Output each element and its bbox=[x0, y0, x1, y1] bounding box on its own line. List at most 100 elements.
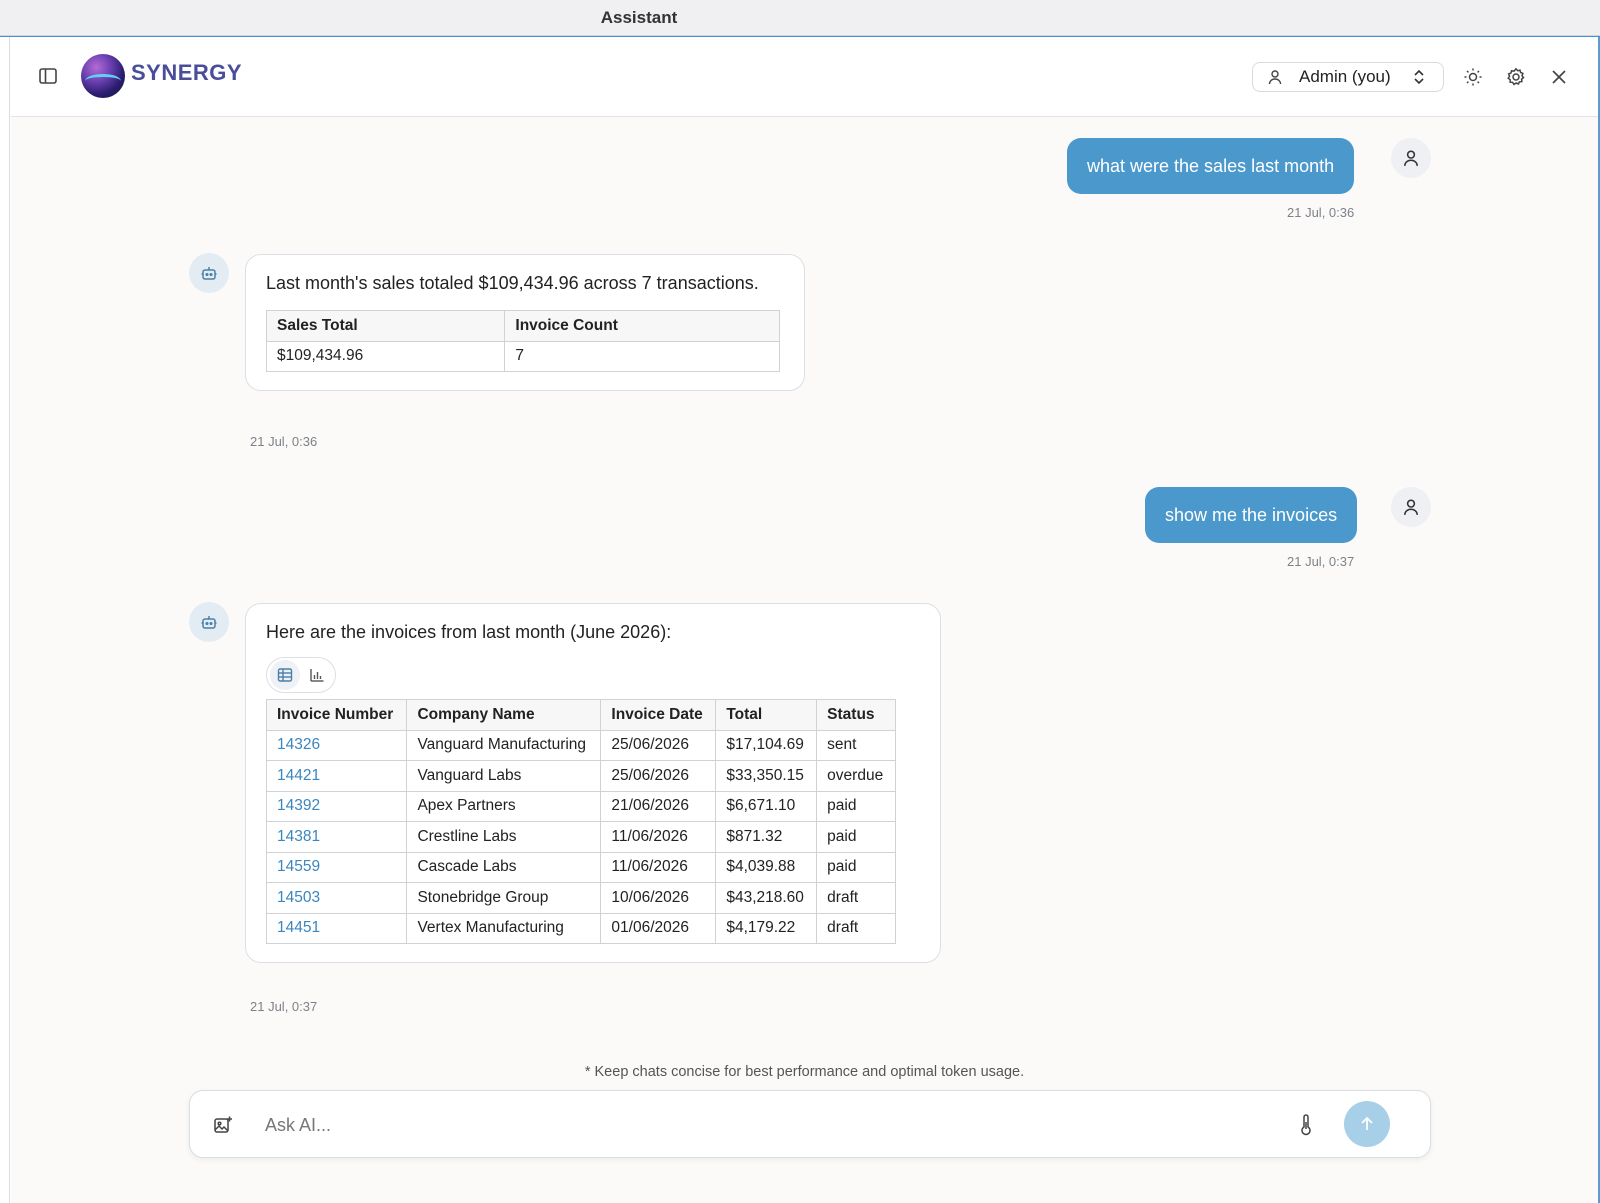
table-cell: sent bbox=[816, 729, 896, 761]
table-cell: $4,179.22 bbox=[715, 912, 818, 944]
table-cell: 21/06/2026 bbox=[600, 790, 717, 822]
arrow-up-icon bbox=[1361, 1116, 1373, 1130]
table-row: $109,434.96 7 bbox=[265, 340, 780, 372]
table-cell: $33,350.15 bbox=[715, 760, 818, 792]
table-cell: 25/06/2026 bbox=[600, 729, 717, 761]
synergy-logo bbox=[81, 54, 125, 98]
user-selector-label: Admin (you) bbox=[1299, 67, 1391, 86]
close-icon bbox=[1552, 70, 1566, 84]
invoice-number-link[interactable]: 14381 bbox=[265, 821, 408, 853]
message-timestamp: 21 Jul, 0:36 bbox=[1287, 205, 1355, 220]
user-avatar bbox=[1391, 487, 1431, 527]
invoice-number-link[interactable]: 14392 bbox=[265, 790, 408, 822]
user-icon bbox=[1404, 499, 1418, 515]
table-cell: draft bbox=[816, 912, 896, 944]
column-header: Status bbox=[816, 699, 896, 731]
assistant-message-text: Last month's sales totaled $109,434.96 a… bbox=[266, 273, 759, 293]
table-cell: 01/06/2026 bbox=[600, 912, 717, 944]
invoice-number-link[interactable]: 14503 bbox=[265, 882, 408, 914]
table-cell: 11/06/2026 bbox=[600, 851, 717, 883]
sun-icon bbox=[1464, 68, 1482, 86]
usage-disclaimer: * Keep chats concise for best performanc… bbox=[584, 1064, 1025, 1080]
header-bar: SYNERGY Admin (you) bbox=[11, 37, 1598, 117]
logo-wave-icon bbox=[85, 74, 121, 88]
user-message-text: show me the invoices bbox=[1165, 504, 1338, 525]
chat-composer bbox=[189, 1090, 1431, 1158]
user-message: show me the invoices bbox=[1145, 487, 1358, 543]
column-header: Invoice Date bbox=[600, 699, 717, 731]
assistant-message: Last month's sales totaled $109,434.96 a… bbox=[245, 254, 805, 391]
table-row: 14451 Vertex Manufacturing 01/06/2026 $4,17… bbox=[265, 912, 896, 944]
user-message: what were the sales last month bbox=[1067, 138, 1355, 194]
settings-button[interactable] bbox=[1503, 64, 1529, 90]
table-cell: $6,671.10 bbox=[715, 790, 818, 822]
table-cell: overdue bbox=[816, 760, 896, 792]
table-cell: $43,218.60 bbox=[715, 882, 818, 914]
attach-image-button[interactable] bbox=[210, 1112, 236, 1138]
bot-icon bbox=[201, 616, 217, 629]
table-cell: Apex Partners bbox=[406, 790, 602, 822]
table-cell: 10/06/2026 bbox=[600, 882, 717, 914]
table-cell: draft bbox=[816, 882, 896, 914]
view-toggle bbox=[266, 657, 336, 693]
left-gutter bbox=[0, 37, 10, 1203]
column-header: Invoice Number bbox=[265, 699, 408, 731]
table-cell: 7 bbox=[504, 340, 780, 372]
table-cell: $109,434.96 bbox=[265, 340, 506, 372]
user-icon bbox=[1268, 70, 1282, 85]
bot-icon bbox=[201, 267, 217, 280]
column-header: Company Name bbox=[406, 699, 602, 731]
user-icon bbox=[1404, 150, 1418, 166]
table-view-button[interactable] bbox=[270, 660, 300, 690]
table-row: 14381 Crestline Labs 11/06/2026 $871.32 paid bbox=[265, 821, 896, 853]
message-timestamp: 21 Jul, 0:36 bbox=[250, 434, 318, 449]
column-header: Sales Total bbox=[265, 310, 506, 342]
invoice-number-link[interactable]: 14559 bbox=[265, 851, 408, 883]
chat-transcript[interactable]: what were the sales last month 21 Jul, 0… bbox=[11, 118, 1598, 1108]
assistant-message: Here are the invoices from last month (J… bbox=[245, 603, 941, 963]
table-row: 14503 Stonebridge Group 10/06/2026 $43,218.… bbox=[265, 882, 896, 914]
table-row: 14326 Vanguard Manufacturing 25/06/2026 $17… bbox=[265, 729, 896, 761]
table-cell: $17,104.69 bbox=[715, 729, 818, 761]
table-cell: Vanguard Labs bbox=[406, 760, 602, 792]
chevron-up-down-icon bbox=[1413, 69, 1425, 85]
send-button[interactable] bbox=[1344, 1101, 1390, 1147]
assistant-panel: SYNERGY Admin (you) what were the sales … bbox=[11, 37, 1598, 1203]
table-cell: paid bbox=[816, 790, 896, 822]
temperature-button[interactable] bbox=[1293, 1112, 1319, 1138]
table-cell: paid bbox=[816, 851, 896, 883]
message-timestamp: 21 Jul, 0:37 bbox=[1287, 554, 1355, 569]
invoice-number-link[interactable]: 14326 bbox=[265, 729, 408, 761]
table-view-icon bbox=[277, 668, 293, 682]
app-window: SYNERGY Admin (you) what were the sales … bbox=[0, 36, 1600, 1203]
sidebar-toggle-button[interactable] bbox=[35, 63, 61, 89]
table-cell: Stonebridge Group bbox=[406, 882, 602, 914]
thermometer-icon bbox=[1301, 1114, 1311, 1136]
message-timestamp: 21 Jul, 0:37 bbox=[250, 999, 318, 1014]
table-row: 14392 Apex Partners 21/06/2026 $6,671.10 pai… bbox=[265, 790, 896, 822]
table-cell: 25/06/2026 bbox=[600, 760, 717, 792]
chart-view-button[interactable] bbox=[302, 660, 332, 690]
table-row: 14559 Cascade Labs 11/06/2026 $4,039.88 paid bbox=[265, 851, 896, 883]
close-button[interactable] bbox=[1546, 64, 1572, 90]
table-cell: Vanguard Manufacturing bbox=[406, 729, 602, 761]
user-message-text: what were the sales last month bbox=[1087, 155, 1335, 176]
sales-summary-table: Sales Total Invoice Count $109,434.96 7 bbox=[265, 310, 780, 372]
invoice-number-link[interactable]: 14451 bbox=[265, 912, 408, 944]
window-title: Assistant bbox=[600, 8, 678, 27]
ask-ai-input[interactable] bbox=[265, 1109, 1285, 1141]
table-row: 14421 Vanguard Labs 25/06/2026 $33,350.15 ov… bbox=[265, 760, 896, 792]
table-cell: $871.32 bbox=[715, 821, 818, 853]
table-header-row: Sales Total Invoice Count bbox=[265, 310, 780, 342]
invoice-number-link[interactable]: 14421 bbox=[265, 760, 408, 792]
table-header-row: Invoice Number Company Name Invoice Date… bbox=[265, 699, 896, 731]
user-selector[interactable]: Admin (you) bbox=[1252, 62, 1444, 92]
column-header: Invoice Count bbox=[504, 310, 780, 342]
theme-toggle-button[interactable] bbox=[1460, 64, 1486, 90]
table-cell: Cascade Labs bbox=[406, 851, 602, 883]
image-add-icon bbox=[214, 1116, 232, 1133]
brand-name: SYNERGY bbox=[131, 60, 243, 85]
table-cell: Vertex Manufacturing bbox=[406, 912, 602, 944]
assistant-message-text: Here are the invoices from last month (J… bbox=[266, 622, 672, 642]
table-cell: Crestline Labs bbox=[406, 821, 602, 853]
